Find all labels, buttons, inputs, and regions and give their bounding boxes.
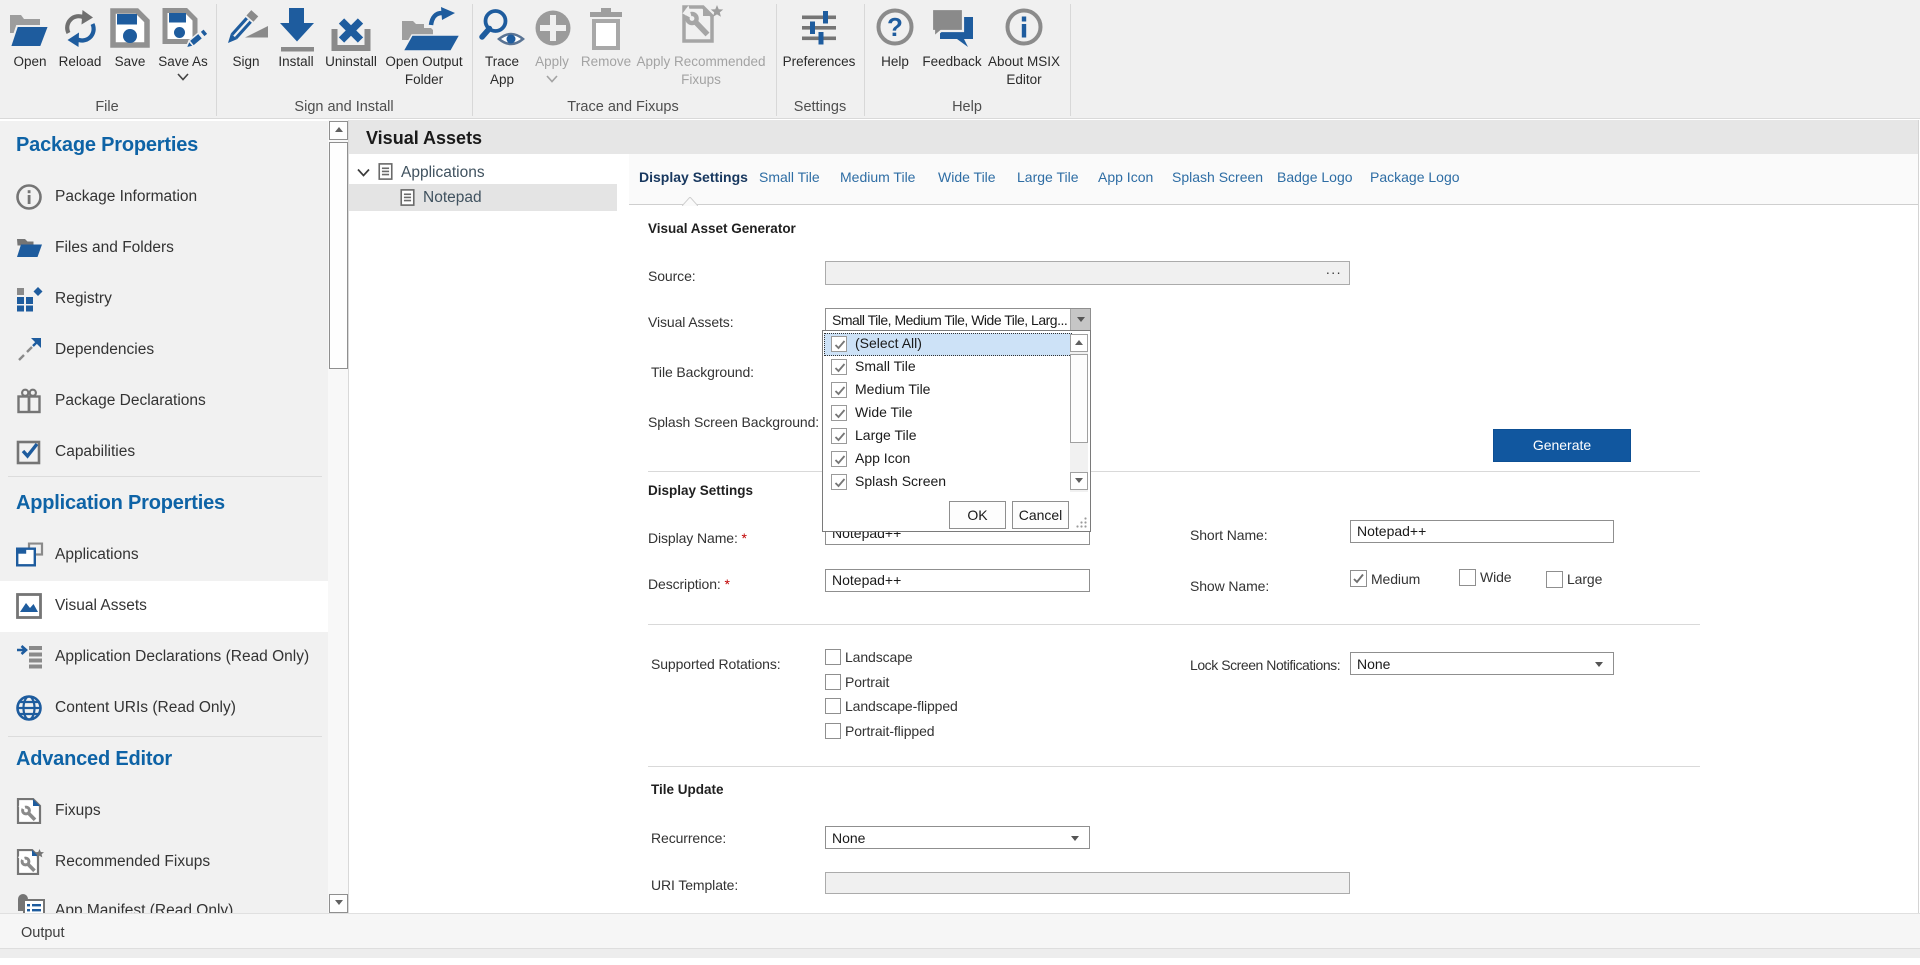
svg-text:?: ?	[887, 12, 903, 42]
